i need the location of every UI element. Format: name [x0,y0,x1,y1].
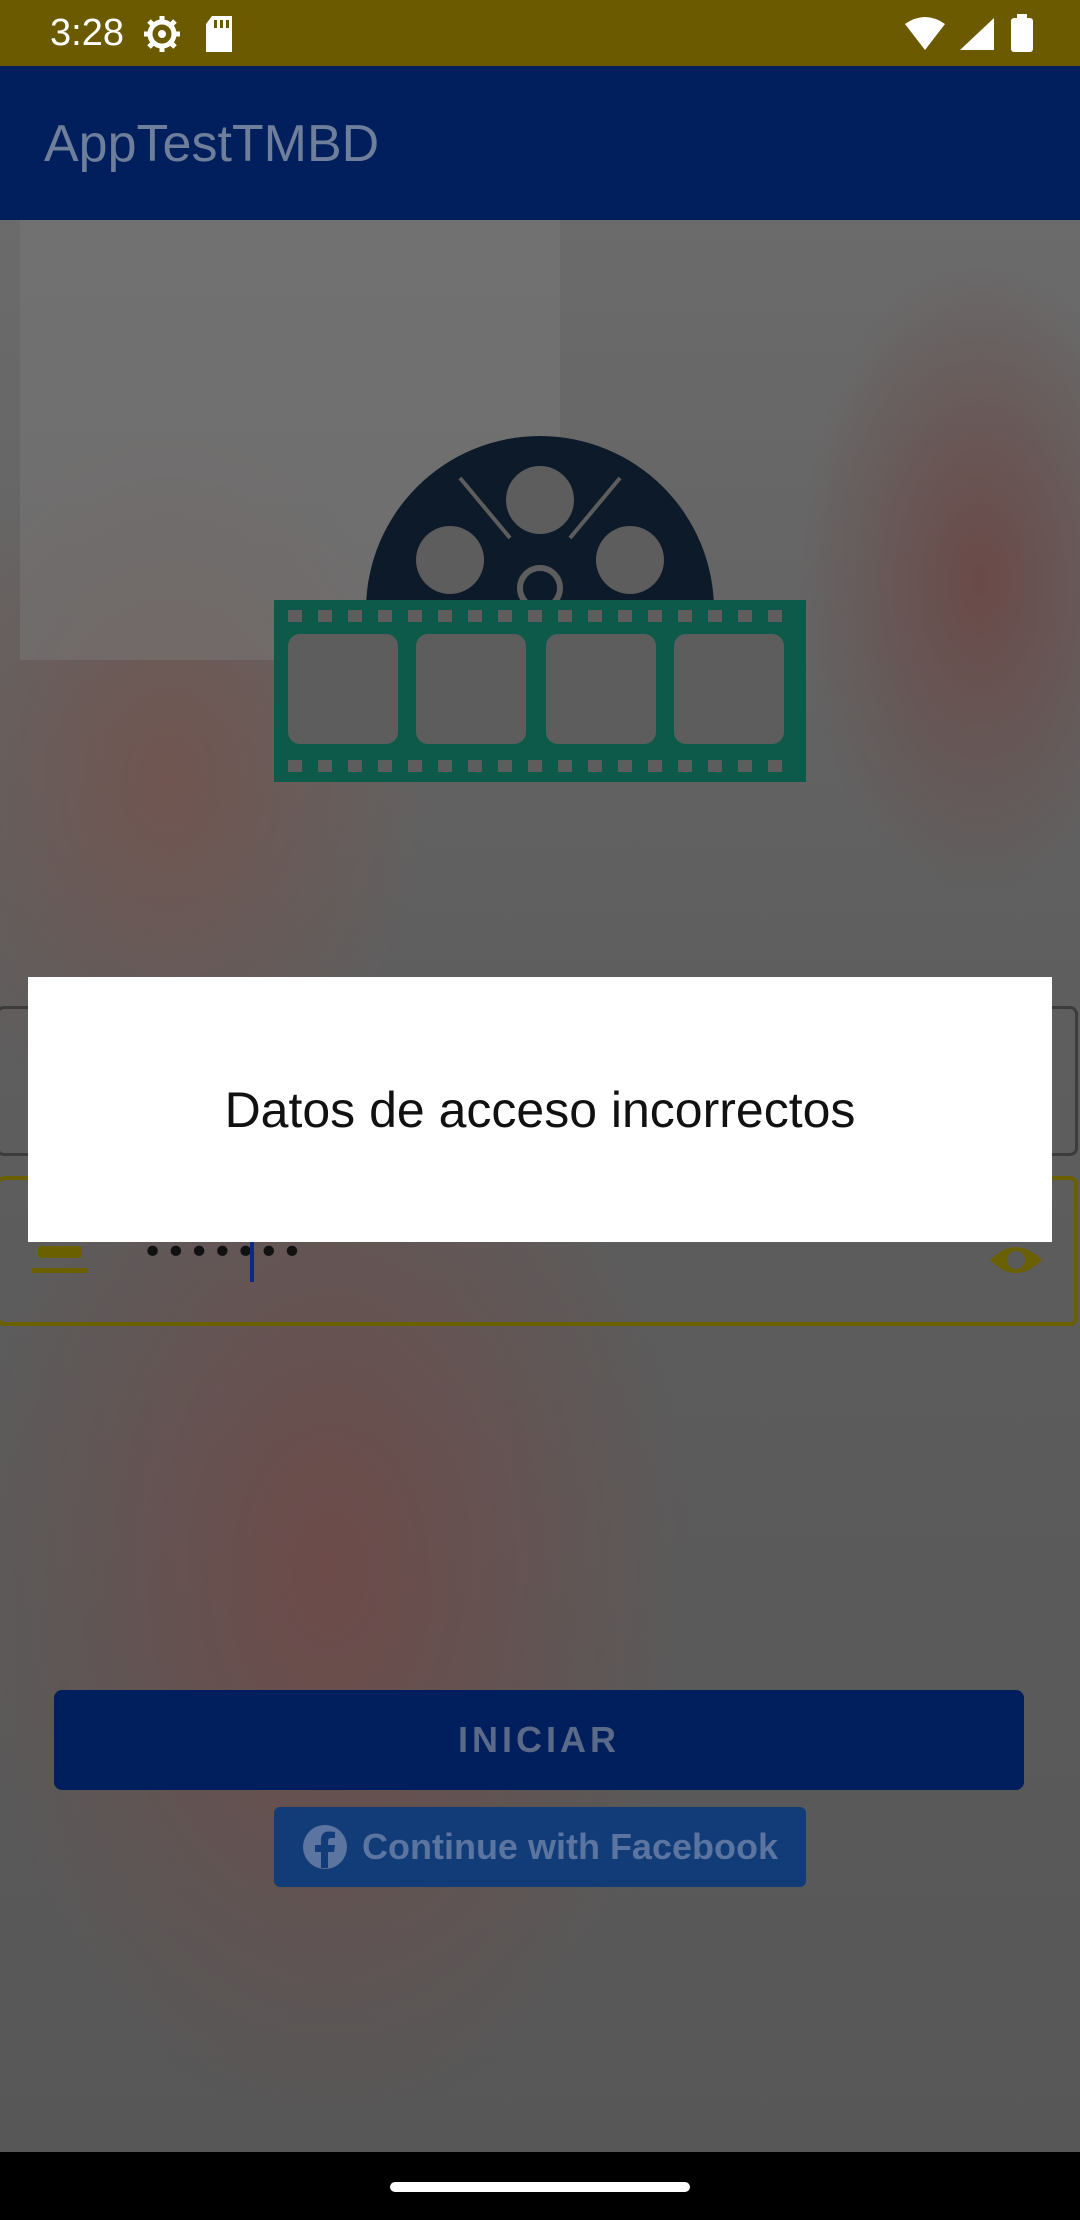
login-button-label: INICIAR [458,1719,620,1760]
status-icons-left [142,14,236,59]
battery-icon [1011,14,1033,52]
status-bar: 3:28 [0,0,1080,66]
error-dialog[interactable]: Datos de acceso incorrectos [28,977,1052,1242]
cell-signal-icon [959,18,994,50]
sd-card-icon [206,16,233,52]
app-title: AppTestTMBD [44,115,380,173]
facebook-icon [302,1825,347,1869]
login-button[interactable]: INICIAR [54,1690,1024,1790]
facebook-login-button[interactable]: Continue with Facebook [274,1807,806,1887]
status-time: 3:28 [50,12,124,54]
home-gesture-handle[interactable] [390,2182,690,2192]
film-reel-logo [274,436,806,782]
facebook-button-label: Continue with Facebook [361,1826,778,1867]
settings-gear-icon [144,16,180,52]
app-bar: AppTestTMBD [0,66,1080,220]
status-icons-right [903,14,1034,57]
visibility-eye-icon[interactable] [988,1238,1044,1282]
password-key-icon [32,1246,88,1273]
wifi-icon [905,17,946,50]
dialog-message: Datos de acceso incorrectos [224,1081,856,1138]
navigation-bar [0,2152,1080,2220]
